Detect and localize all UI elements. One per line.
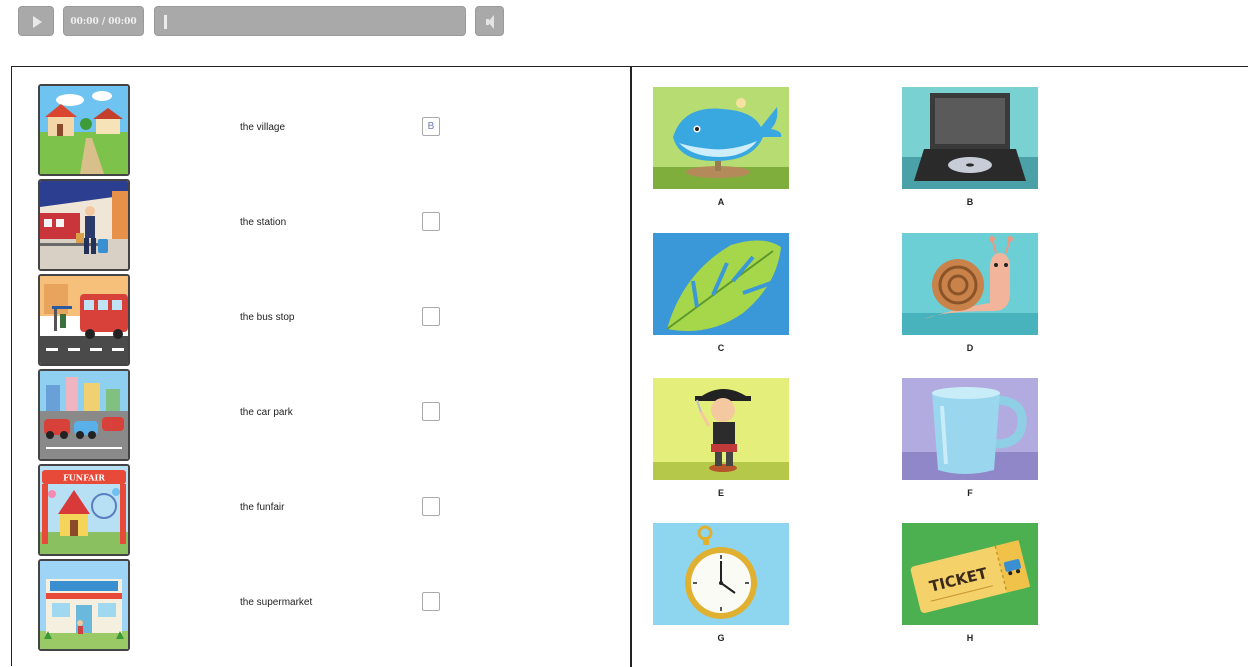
mute-button[interactable] [475,6,504,36]
option-b-picture [902,87,1038,189]
supermarket-picture [38,559,130,651]
option-f-picture [902,378,1038,480]
dvd-player-icon [902,87,1038,189]
answer-box[interactable]: B [422,117,440,136]
option-a-letter: A [717,197,725,207]
answer-box[interactable] [422,592,440,611]
answer-box[interactable] [422,307,440,326]
snail-icon [902,233,1038,335]
option-d-letter: D [966,343,974,353]
match-row-car-park: the car park [38,369,618,461]
station-picture [38,179,130,271]
row-label: the car park [240,407,293,418]
bus-stop-picture [38,274,130,366]
funfair-picture: FUNFAIR [38,464,130,556]
progress-thumb[interactable] [164,15,167,29]
match-row-bus-stop: the bus stop [38,274,618,366]
option-g-letter: G [717,633,725,643]
car-park-picture [38,369,130,461]
answer-box[interactable] [422,212,440,231]
ticket-icon: TICKET [902,523,1038,625]
answer-box[interactable] [422,497,440,516]
pocket-watch-icon [653,523,789,625]
row-label: the supermarket [240,597,313,608]
play-button[interactable] [18,6,54,36]
option-e-letter: E [717,488,724,498]
option-h-picture: TICKET [902,523,1038,625]
whale-icon [653,87,789,189]
row-label: the bus stop [240,312,295,323]
option-a-picture [653,87,789,189]
option-h-letter: H [966,633,974,643]
option-c-letter: C [717,343,725,353]
row-label: the funfair [240,502,285,513]
pirate-figure-icon [653,378,789,480]
progress-track[interactable] [154,6,466,36]
leaf-icon [653,233,789,335]
option-f-letter: F [967,488,973,498]
worksheet: the village B the station the bus stop t… [11,66,1248,667]
time-display: 00:00 / 00:00 [63,6,144,36]
row-label: the village [240,122,286,133]
option-d-picture [902,233,1038,335]
match-row-funfair: FUNFAIR the funfair [38,464,618,556]
funfair-sign-text: FUNFAIR [63,473,105,483]
mug-icon [902,378,1038,480]
answer-box[interactable] [422,402,440,421]
option-g-picture [653,523,789,625]
option-e-picture [653,378,789,480]
column-divider [630,67,632,667]
match-row-village: the village B [38,84,618,176]
option-b-letter: B [966,197,974,207]
village-picture [38,84,130,176]
option-c-picture [653,233,789,335]
match-row-station: the station [38,179,618,271]
row-label: the station [240,217,287,228]
match-row-supermarket: the supermarket [38,559,618,651]
